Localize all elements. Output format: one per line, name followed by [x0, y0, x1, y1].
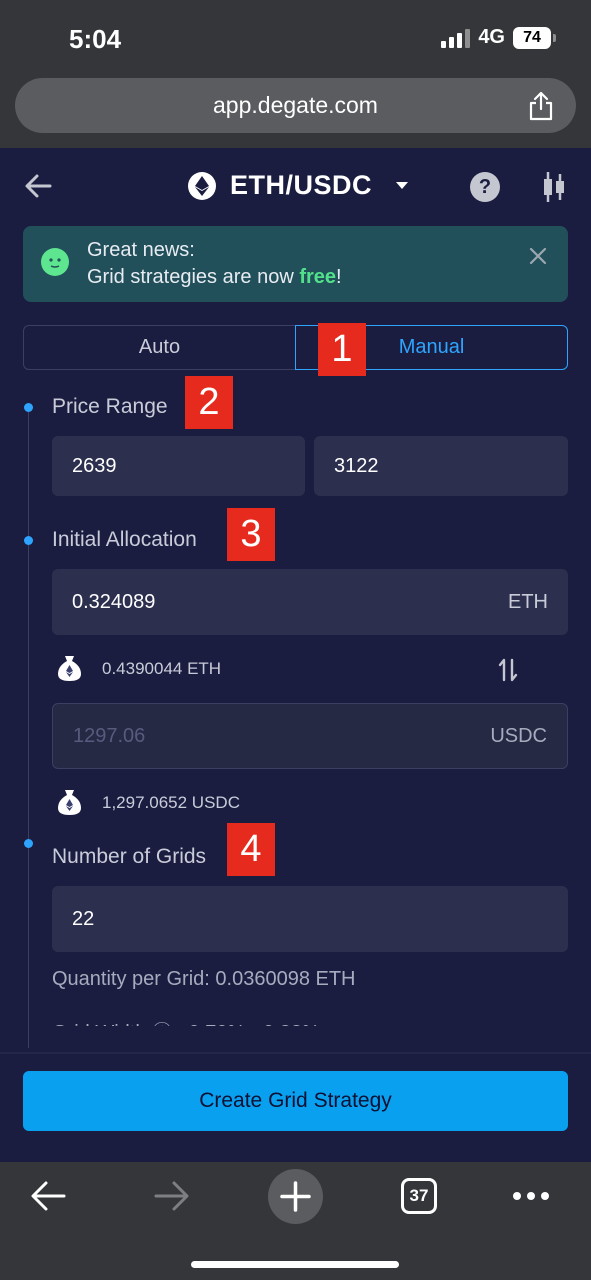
wallet-bag-icon [58, 790, 81, 815]
timeline-dot [24, 403, 33, 412]
network-type: 4G [478, 26, 505, 48]
status-bar: 5:04 4G 74 [0, 0, 591, 78]
grids-value: 22 [72, 908, 95, 930]
help-icon[interactable]: ? [470, 172, 500, 202]
browser-address-area: app.degate.com [0, 78, 591, 148]
url-text: app.degate.com [213, 92, 378, 118]
home-indicator [191, 1261, 399, 1268]
forward-arrow-icon[interactable] [154, 1180, 190, 1212]
annotation-marker-3: 3 [227, 508, 275, 561]
tabs-count-button[interactable]: 37 [401, 1178, 437, 1214]
divider [0, 1052, 591, 1054]
candlestick-chart-icon[interactable] [540, 170, 568, 204]
smile-icon [41, 248, 69, 276]
status-indicators: 4G 74 [441, 26, 556, 49]
free-highlight: free [299, 266, 337, 288]
price-upper-input[interactable]: 3122 [314, 436, 568, 496]
eth-unit: ETH [508, 591, 548, 613]
annotation-marker-2: 2 [185, 376, 233, 429]
timeline-dot [24, 839, 33, 848]
banner-title: Great news: [87, 239, 195, 261]
pair-selector[interactable]: ETH/USDC [188, 170, 409, 201]
more-icon[interactable] [513, 1192, 549, 1200]
initial-allocation-label: Initial Allocation [52, 528, 197, 551]
eth-amount-value: 0.324089 [72, 591, 156, 613]
grids-input[interactable]: 22 [52, 886, 568, 952]
signal-icon [441, 28, 471, 48]
annotation-marker-1: 1 [318, 323, 366, 376]
annotation-marker-4: 4 [227, 823, 275, 876]
usdc-unit: USDC [490, 725, 547, 747]
wallet-bag-icon [58, 656, 81, 681]
app-header: ETH/USDC ? [0, 148, 591, 226]
number-of-grids-label: Number of Grids [52, 845, 207, 868]
usdc-balance: 1,297.0652 USDC [102, 793, 240, 812]
plus-icon [280, 1181, 311, 1212]
pair-title: ETH/USDC [230, 170, 373, 200]
battery-icon: 74 [513, 26, 556, 49]
browser-toolbar: 37 [0, 1162, 591, 1280]
promo-banner: Great news: Grid strategies are now free… [23, 226, 568, 302]
price-range-label: Price Range [52, 395, 168, 418]
usdc-amount-input[interactable]: 1297.06 USDC [52, 703, 568, 769]
share-icon[interactable] [528, 91, 554, 121]
create-grid-strategy-button[interactable]: Create Grid Strategy [23, 1071, 568, 1131]
chevron-down-icon [396, 182, 409, 189]
usdc-amount-placeholder: 1297.06 [73, 725, 146, 747]
back-arrow-icon[interactable] [24, 172, 52, 200]
price-upper-value: 3122 [334, 455, 379, 477]
price-lower-input[interactable]: 2639 [52, 436, 305, 496]
address-bar[interactable]: app.degate.com [15, 78, 576, 133]
quantity-per-grid: Quantity per Grid: 0.0360098 ETH [52, 968, 356, 990]
timeline-line [28, 408, 29, 1048]
banner-message: Grid strategies are now free! [87, 266, 342, 288]
back-arrow-icon[interactable] [30, 1180, 66, 1212]
close-icon[interactable] [528, 246, 548, 266]
new-tab-button[interactable] [268, 1169, 323, 1224]
mode-tabs: Auto Manual [23, 325, 568, 370]
eth-balance: 0.4390044 ETH [102, 659, 222, 678]
eth-logo-icon [188, 171, 216, 200]
timeline-dot [24, 536, 33, 545]
price-lower-value: 2639 [72, 455, 117, 477]
swap-icon[interactable] [498, 658, 518, 682]
eth-amount-input[interactable]: 0.324089 ETH [52, 569, 568, 635]
tab-auto[interactable]: Auto [23, 325, 295, 370]
grid-width: Grid Width ⓘ ≈0.70% - 0.83% [52, 1016, 320, 1026]
status-time: 5:04 [69, 24, 122, 54]
